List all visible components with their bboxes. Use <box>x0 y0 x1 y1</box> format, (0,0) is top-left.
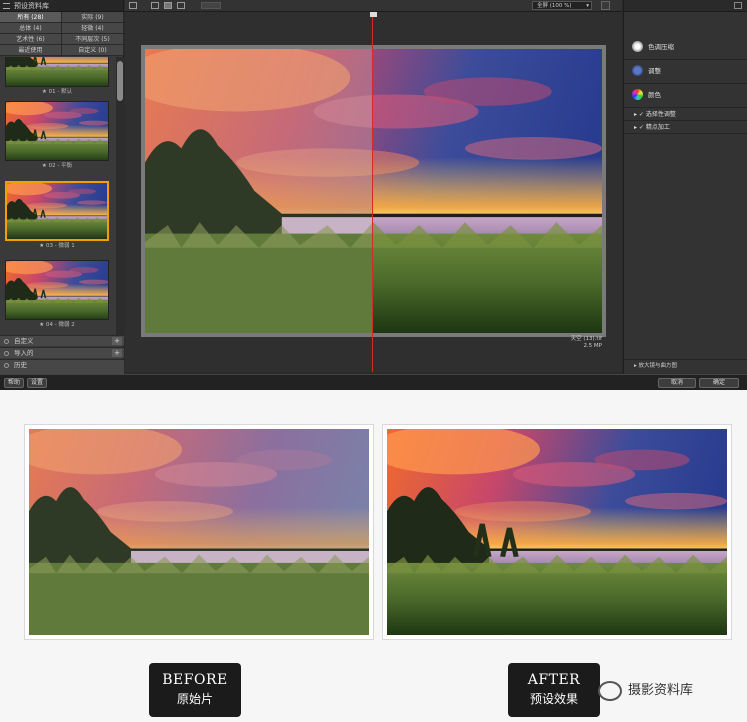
before-image-frame <box>24 424 374 640</box>
import-section-icon <box>4 351 9 356</box>
category-subtle[interactable]: 轻微 (4) <box>62 23 124 34</box>
split-divider[interactable] <box>372 12 373 372</box>
details-icon <box>632 65 643 76</box>
collapse-left-icon[interactable] <box>129 2 137 9</box>
wechat-logo-icon <box>598 681 622 701</box>
watermark: 摄影资料库 <box>628 683 694 698</box>
adjustments-panel: 色调压缩 调整 颜色 ▸ ✓ 选择性调整 ▸ ✓ 精点加工 ▸ 放大镜与曲方图 <box>623 0 747 374</box>
before-image <box>29 429 369 635</box>
zoom-value: 全屏 (100 %) <box>537 3 572 9</box>
before-label-en: BEFORE <box>162 672 228 688</box>
cancel-button[interactable]: 取消 <box>658 378 696 388</box>
section-color[interactable]: 颜色 <box>624 82 747 108</box>
after-image <box>387 429 727 635</box>
menu-icon <box>3 3 10 9</box>
collapse-right-icon[interactable] <box>734 2 742 9</box>
section-label: 色调压缩 <box>648 43 674 51</box>
preview-image <box>145 49 602 333</box>
category-levels[interactable]: 不同层次 (5) <box>62 34 124 45</box>
scrollbar-thumb[interactable] <box>117 61 123 101</box>
after-image-frame <box>382 424 732 640</box>
preset-scrollbar[interactable] <box>116 57 124 335</box>
custom-section-icon <box>4 339 9 344</box>
section-label: 颜色 <box>648 91 661 99</box>
adjustments-header <box>624 0 747 12</box>
section-label: 调整 <box>648 67 661 75</box>
category-general[interactable]: 总体 (4) <box>0 23 62 34</box>
preset-thumbnail[interactable]: ★ 04 - 微弱 2 <box>5 260 109 330</box>
after-label-en: AFTER <box>527 672 581 688</box>
section-finishing[interactable]: ▸ ✓ 精点加工 <box>624 122 747 134</box>
expand-icon[interactable]: + <box>112 349 122 357</box>
before-label: BEFORE 原始片 <box>149 663 241 717</box>
settings-icon[interactable] <box>601 1 610 10</box>
category-artistic[interactable]: 艺术性 (6) <box>0 34 62 45</box>
expand-icon[interactable]: + <box>112 337 122 345</box>
preset-label: ★ 01 - 默认 <box>41 89 73 95</box>
preset-library-title: 预设资料库 <box>14 2 49 10</box>
ok-button[interactable]: 确定 <box>699 378 739 388</box>
preset-thumbnail-selected[interactable]: ★ 03 - 微弱 1 <box>5 181 109 251</box>
preview-toolbar: 全屏 (100 %) ▾ <box>125 0 622 12</box>
category-realistic[interactable]: 实际 (9) <box>62 12 124 23</box>
zoom-select[interactable]: 全屏 (100 %) ▾ <box>532 1 592 10</box>
preset-category-grid: 所有 (28) 实际 (9) 总体 (4) 轻微 (4) 艺术性 (6) 不同层… <box>0 12 124 56</box>
before-label-cn: 原始片 <box>176 692 213 706</box>
split-view-icon[interactable] <box>164 2 172 9</box>
split-handle-icon[interactable] <box>370 12 377 17</box>
category-recent[interactable]: 最近使用 <box>0 45 62 56</box>
image-info: 天空 (13).tif 2.5 MP <box>571 336 602 350</box>
category-all[interactable]: 所有 (28) <box>0 12 62 23</box>
section-details[interactable]: 调整 <box>624 58 747 84</box>
preview-canvas[interactable]: 天空 (13).tif 2.5 MP <box>125 12 622 372</box>
loupe-histogram-toggle[interactable]: ▸ 放大镜与曲方图 <box>624 359 747 372</box>
sun-icon <box>632 41 643 52</box>
preset-thumbnail[interactable]: ★ 02 - 平衡 <box>5 101 109 171</box>
history-section-icon <box>4 363 9 368</box>
preset-thumbnail-list: ★ 01 - 默认 ★ 02 - 平衡 ★ 03 - 微弱 1 ★ 04 - 微… <box>0 57 116 335</box>
chevron-down-icon: ▾ <box>586 3 589 9</box>
color-wheel-icon <box>632 89 643 100</box>
help-button[interactable]: 帮助 <box>4 378 24 388</box>
single-view-icon[interactable] <box>151 2 159 9</box>
presets-button[interactable]: 设置 <box>27 378 47 388</box>
section-label: 自定义 <box>14 337 34 345</box>
preset-library-header[interactable]: 预设资料库 <box>0 0 123 12</box>
category-custom[interactable]: 自定义 (0) <box>62 45 124 56</box>
preset-label: ★ 02 - 平衡 <box>41 163 73 169</box>
after-label-cn: 预设效果 <box>529 692 578 706</box>
preset-label: ★ 03 - 微弱 1 <box>39 243 75 249</box>
section-custom[interactable]: 自定义 + <box>0 335 124 346</box>
after-label: AFTER 预设效果 <box>508 663 600 717</box>
image-filename: 天空 (13).tif <box>570 336 602 342</box>
preset-thumbnail[interactable]: ★ 01 - 默认 <box>5 57 109 97</box>
side-by-side-view-icon[interactable] <box>177 2 185 9</box>
bottom-bar: 帮助 设置 取消 确定 <box>0 374 747 390</box>
section-selective-adjust[interactable]: ▸ ✓ 选择性调整 <box>624 109 747 121</box>
section-history[interactable]: 历史 <box>0 359 124 374</box>
image-size: 2.5 MP <box>583 343 602 349</box>
section-tone-compression[interactable]: 色调压缩 <box>624 34 747 60</box>
section-imported[interactable]: 导入的 + <box>0 347 124 358</box>
section-label: 导入的 <box>14 349 34 357</box>
toolbar-button[interactable] <box>201 2 221 9</box>
image-mat <box>141 45 606 337</box>
hdr-editor-window: 预设资料库 所有 (28) 实际 (9) 总体 (4) 轻微 (4) 艺术性 (… <box>0 0 747 390</box>
preset-label: ★ 04 - 微弱 2 <box>39 322 75 328</box>
section-label: 历史 <box>14 361 27 369</box>
preset-library-panel: 预设资料库 所有 (28) 实际 (9) 总体 (4) 轻微 (4) 艺术性 (… <box>0 0 124 374</box>
